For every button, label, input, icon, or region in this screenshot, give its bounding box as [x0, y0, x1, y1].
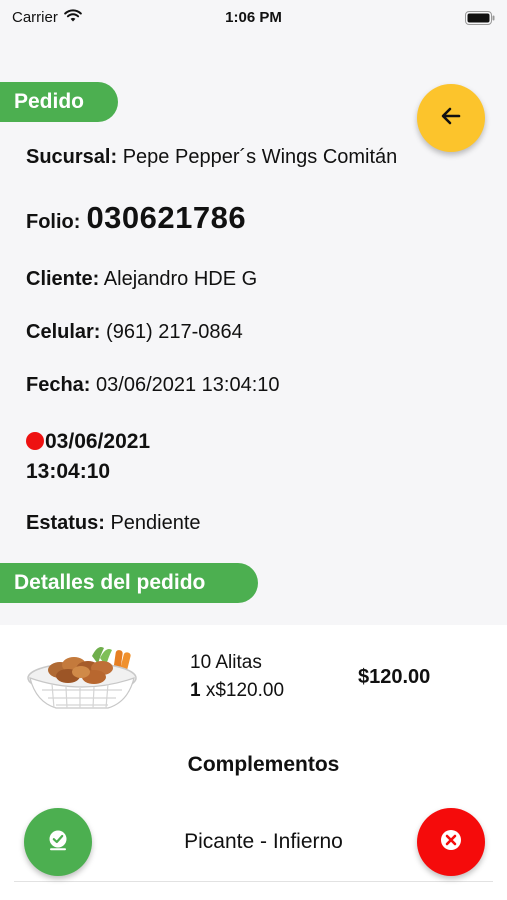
product-quantity: 1 x$120.00 — [190, 680, 284, 702]
cliente-label: Cliente: — [26, 268, 100, 290]
section-header-detalles: Detalles del pedido — [0, 563, 258, 603]
divider — [14, 881, 493, 882]
product-name: 10 Alitas — [190, 652, 262, 673]
close-circle-icon — [439, 828, 463, 857]
battery-icon — [465, 11, 495, 25]
order-item-row: 10 Alitas 1 x$120.00 $120.00 — [0, 630, 507, 730]
estatus-field: Estatus: Pendiente — [26, 512, 201, 535]
folio-field: Folio: 030621786 — [26, 200, 246, 236]
celular-field: Celular: (961) 217-0864 — [26, 321, 243, 344]
fecha-label: Fecha: — [26, 374, 91, 396]
cliente-field: Cliente: Alejandro HDE G — [26, 268, 257, 291]
status-time: 1:06 PM — [225, 9, 282, 26]
accept-order-button[interactable] — [24, 808, 92, 876]
check-accept-icon — [47, 829, 69, 856]
product-image — [22, 638, 140, 718]
folio-label: Folio: — [26, 211, 81, 233]
sucursal-label: Sucursal: — [26, 146, 118, 168]
celular-label: Celular: — [26, 321, 101, 343]
order-detail-screen: Carrier 1:06 PM Pedido Sucursal: Pepe Pe… — [0, 0, 507, 900]
section-header-pedido: Pedido — [0, 82, 118, 122]
back-button[interactable] — [417, 84, 485, 152]
estatus-value: Pendiente — [110, 512, 201, 534]
status-bar: Carrier 1:06 PM — [0, 0, 507, 36]
fecha-field: Fecha: 03/06/2021 13:04:10 — [26, 374, 280, 397]
sucursal-field: Sucursal: Pepe Pepper´s Wings Comitán — [26, 146, 397, 169]
cancel-order-button[interactable] — [417, 808, 485, 876]
fecha-value: 03/06/2021 13:04:10 — [96, 374, 280, 396]
sucursal-value: Pepe Pepper´s Wings Comitán — [122, 146, 398, 168]
celular-value: (961) 217-0864 — [106, 321, 243, 343]
status-dot-icon — [26, 432, 44, 450]
cliente-value: Alejandro HDE G — [103, 268, 258, 290]
highlight-date: 03/06/2021 — [45, 430, 151, 453]
estatus-label: Estatus: — [26, 512, 105, 534]
highlight-time: 13:04:10 — [26, 460, 111, 483]
folio-value: 030621786 — [86, 200, 247, 235]
highlight-date-block: 03/06/2021 13:04:10 — [26, 427, 150, 487]
quantity-value: 1 — [190, 680, 201, 701]
arrow-left-icon — [439, 104, 463, 133]
unit-price: x$120.00 — [205, 680, 285, 701]
item-total: $120.00 — [358, 666, 431, 688]
complementos-title: Complementos — [187, 753, 340, 776]
